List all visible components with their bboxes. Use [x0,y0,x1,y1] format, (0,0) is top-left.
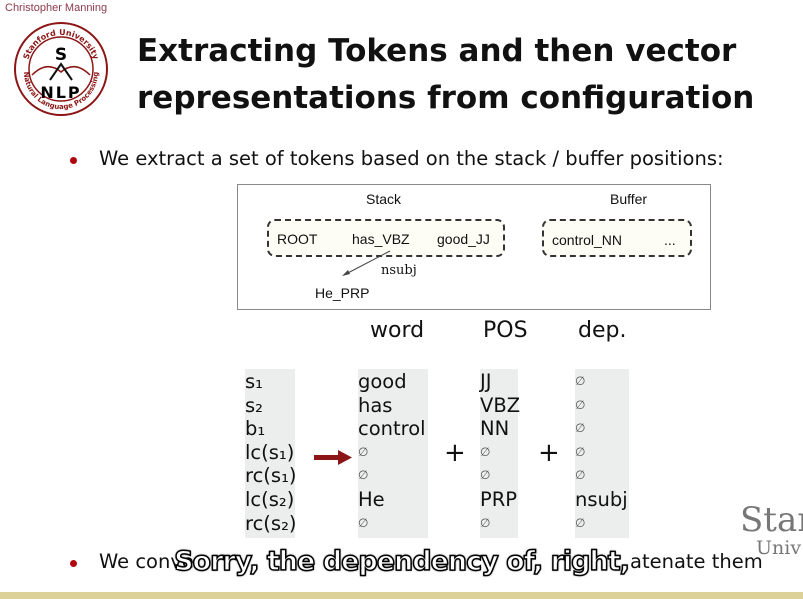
slide-title: Extracting Tokens and then vector repres… [137,28,754,122]
table-cell-dep: ∅ [575,374,586,388]
table-cell-label: s₂ [245,393,263,417]
dependent-token: He_PRP [315,285,370,301]
table-cell-pos: JJ [480,370,492,393]
table-cell-pos: ∅ [480,515,491,530]
arc-label: nsubj [381,263,417,278]
table-cell-word: good [358,370,407,393]
table-cell-label: lc(s₂) [245,488,295,511]
header-word: word [370,318,425,343]
table-cell-dep: ∅ [575,468,586,483]
table-cell-pos: VBZ [480,393,521,417]
author-name: Christopher Manning [5,2,108,14]
stanford-wordmark-line1: Stan [740,500,803,540]
table-cell-label: s₁ [245,370,263,393]
table-cell-label: rc(s₁) [245,464,297,488]
table-cell-label: b₁ [245,417,266,441]
title-line-2: representations from configuration [137,80,755,116]
table-cell-word: control [358,417,426,441]
svg-text:NLP: NLP [40,83,81,102]
table-cell-word: He [358,488,385,511]
red-arrow-icon [314,450,352,465]
table-cell-pos: ∅ [480,468,491,483]
table-cell-dep: nsubj [575,488,628,511]
plus-sign: + [444,438,466,468]
table-cell-word: has [358,393,393,417]
stanford-nlp-logo: Stanford University Natural Language Pro… [14,22,108,116]
table-cell-word: ∅ [358,468,369,483]
bullet-icon [70,157,77,164]
plus-sign: + [538,438,560,468]
table-cell-dep: ∅ [575,397,586,412]
table-cell-pos: ∅ [480,444,491,459]
table-cell-word: ∅ [358,444,369,459]
footer-bar [0,592,803,599]
table-cell-dep: ∅ [575,515,586,530]
dependency-arc-arrow [342,250,391,276]
table-cell-pos: PRP [480,488,518,511]
table-cell-dep: ∅ [575,421,586,436]
title-line-1: Extracting Tokens and then vector [137,33,737,69]
table-cell-dep: ∅ [575,444,586,459]
video-subtitle: Sorry, the dependency of, right, [173,545,630,578]
header-dep: dep. [578,318,627,343]
header-pos: POS [483,318,528,343]
svg-text:S: S [55,45,67,65]
stack-buffer-diagram: Stack Buffer ROOT has_VBZ good_JJ contro… [237,184,711,310]
table-cell-pos: NN [480,417,510,441]
table-cell-label: lc(s₁) [245,440,295,464]
bullet-text-1: We extract a set of tokens based on the … [99,147,724,170]
table-cell-label: rc(s₂) [245,511,297,535]
table-cell-word: ∅ [358,515,369,530]
